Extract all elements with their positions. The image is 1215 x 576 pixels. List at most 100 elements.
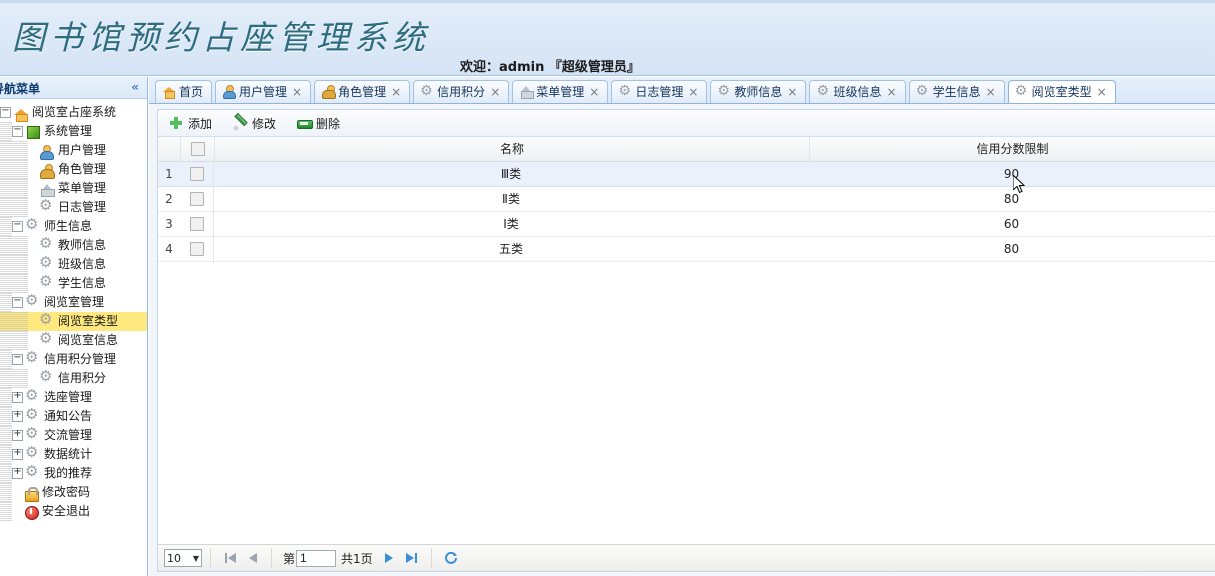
close-icon[interactable]: ×: [887, 85, 897, 99]
collapse-icon[interactable]: [12, 221, 23, 232]
edit-button[interactable]: 修改: [230, 112, 278, 134]
expand-icon[interactable]: [12, 392, 23, 403]
tree-item-label: 阅览室类型: [58, 314, 119, 328]
tree-item-17[interactable]: 交流管理: [0, 425, 147, 445]
tree-item-15[interactable]: 选座管理: [0, 387, 147, 407]
collapse-sidebar-icon[interactable]: «: [131, 80, 139, 94]
add-button[interactable]: 添加: [166, 112, 214, 134]
row-index: 1: [165, 166, 173, 181]
close-icon[interactable]: ×: [490, 85, 500, 99]
row-checkbox[interactable]: [189, 192, 204, 206]
row-index: 2: [165, 191, 173, 206]
tab-label: 教师信息: [734, 85, 783, 99]
table-row[interactable]: 4 五类 80: [158, 236, 1215, 262]
tree-item-9[interactable]: 学生信息: [0, 273, 147, 293]
home-icon: [13, 105, 29, 122]
tree-item-4[interactable]: 菜单管理: [0, 179, 147, 198]
tab-8[interactable]: 学生信息 ×: [908, 80, 1005, 103]
next-page-button[interactable]: [379, 548, 401, 568]
tree-item-16[interactable]: 通知公告: [0, 406, 147, 426]
tree-item-14[interactable]: 信用积分: [0, 368, 147, 388]
tree-item-10[interactable]: 阅览室管理: [0, 292, 147, 312]
tab-4[interactable]: 菜单管理 ×: [512, 80, 609, 103]
app-header: 图书馆预约占座管理系统 欢迎：admin 『超级管理员』: [0, 0, 1215, 76]
tree-indent-guide: [0, 274, 12, 293]
select-all-checkbox[interactable]: [190, 142, 205, 156]
table-row[interactable]: 2 Ⅱ类 80: [158, 186, 1215, 212]
page-number-input[interactable]: [296, 549, 337, 567]
tree-item-label: 角色管理: [58, 162, 107, 176]
tree-item-12[interactable]: 阅览室信息: [0, 330, 147, 350]
row-checkbox[interactable]: [189, 217, 204, 231]
collapse-icon[interactable]: [0, 107, 11, 118]
tree-item-8[interactable]: 班级信息: [0, 254, 147, 274]
gear-icon: [39, 273, 55, 292]
tree-item-19[interactable]: 我的推荐: [0, 463, 147, 483]
refresh-button[interactable]: [440, 548, 462, 568]
last-page-button[interactable]: [401, 548, 423, 568]
tab-5[interactable]: 日志管理 ×: [611, 80, 708, 103]
expand-icon[interactable]: [12, 468, 23, 479]
tab-1[interactable]: 用户管理 ×: [215, 80, 312, 103]
close-icon[interactable]: ×: [292, 85, 302, 99]
tree-item-3[interactable]: 角色管理: [0, 160, 147, 179]
close-icon[interactable]: ×: [1097, 85, 1107, 99]
tab-7[interactable]: 班级信息 ×: [809, 80, 906, 103]
collapse-icon[interactable]: [12, 354, 23, 365]
cell-name: 五类: [498, 241, 523, 256]
tree-item-0[interactable]: 阅览室占座系统: [0, 103, 147, 122]
expand-icon[interactable]: [12, 411, 23, 422]
tab-6[interactable]: 教师信息 ×: [710, 80, 807, 103]
row-checkbox[interactable]: [189, 242, 204, 256]
lock-icon: [23, 485, 39, 502]
grid-header-row: 名称 信用分数限制: [158, 136, 1215, 162]
collapse-icon[interactable]: [12, 126, 23, 137]
grid-header-name[interactable]: 名称: [215, 136, 810, 162]
collapse-icon[interactable]: [12, 297, 23, 308]
tab-0[interactable]: 首页: [155, 80, 213, 103]
tab-2[interactable]: 角色管理 ×: [314, 80, 411, 103]
tree-indent-guide: [0, 464, 12, 483]
close-icon[interactable]: ×: [688, 85, 698, 99]
cell-limit: 80: [1003, 191, 1020, 206]
tree-item-label: 我的推荐: [44, 466, 93, 480]
tree-indent-guide: [0, 331, 12, 350]
page-size-select[interactable]: 10 ▼: [164, 549, 202, 567]
expand-icon[interactable]: [12, 449, 23, 460]
pager-divider-2: [271, 548, 272, 568]
tab-9[interactable]: 阅览室类型 ×: [1007, 80, 1116, 103]
row-checkbox[interactable]: [189, 167, 204, 181]
expand-icon[interactable]: [12, 430, 23, 441]
table-row[interactable]: 3 Ⅰ类 60: [158, 211, 1215, 237]
tree-indent-guide: [12, 179, 28, 198]
tree-item-20[interactable]: 修改密码: [0, 483, 147, 502]
tree-item-7[interactable]: 教师信息: [0, 235, 147, 255]
tab-label: 学生信息: [932, 85, 981, 99]
tab-label: 阅览室类型: [1031, 85, 1092, 99]
tree-item-6[interactable]: 师生信息: [0, 216, 147, 236]
first-page-button[interactable]: [219, 548, 241, 568]
tree-item-11[interactable]: 阅览室类型: [0, 311, 147, 331]
tree-item-13[interactable]: 信用积分管理: [0, 349, 147, 369]
close-icon[interactable]: ×: [391, 85, 401, 99]
grid-header-limit[interactable]: 信用分数限制: [810, 137, 1215, 162]
tree-item-label: 用户管理: [58, 143, 107, 157]
close-icon[interactable]: ×: [787, 85, 797, 99]
close-icon[interactable]: ×: [589, 85, 599, 99]
tab-3[interactable]: 信用积分 ×: [413, 80, 510, 103]
tree-item-21[interactable]: 安全退出: [0, 502, 147, 521]
tree-item-18[interactable]: 数据统计: [0, 444, 147, 464]
table-row[interactable]: 1 Ⅲ类 90: [158, 162, 1215, 187]
prev-page-button[interactable]: [241, 548, 263, 568]
tree-item-5[interactable]: 日志管理: [0, 197, 147, 217]
tree-indent-guide: [0, 312, 12, 331]
close-icon[interactable]: ×: [986, 85, 996, 99]
tab-label: 日志管理: [635, 85, 684, 99]
tree-item-1[interactable]: 系统管理: [0, 122, 147, 141]
welcome-text: 欢迎：admin 『超级管理员』: [460, 60, 640, 75]
delete-button[interactable]: 删除: [294, 112, 342, 134]
tree-item-2[interactable]: 用户管理: [0, 141, 147, 160]
